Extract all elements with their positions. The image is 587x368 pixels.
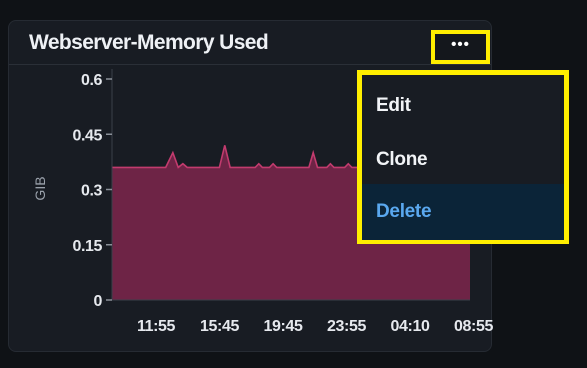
menu-item-edit[interactable]: Edit — [362, 81, 564, 131]
dashboard-page: Webserver-Memory Used ••• 0 0.15 0.3 0.45 0.… — [0, 0, 587, 368]
menu-item-clone[interactable]: Clone — [362, 135, 564, 185]
panel-header: Webserver-Memory Used ••• — [9, 21, 491, 65]
ellipsis-icon: ••• — [451, 35, 470, 53]
menu-item-delete[interactable]: Delete — [362, 184, 564, 240]
more-options-button[interactable]: ••• — [431, 30, 490, 64]
panel-options-menu: Edit Clone Delete — [357, 70, 569, 244]
panel-title: Webserver-Memory Used — [29, 31, 269, 54]
